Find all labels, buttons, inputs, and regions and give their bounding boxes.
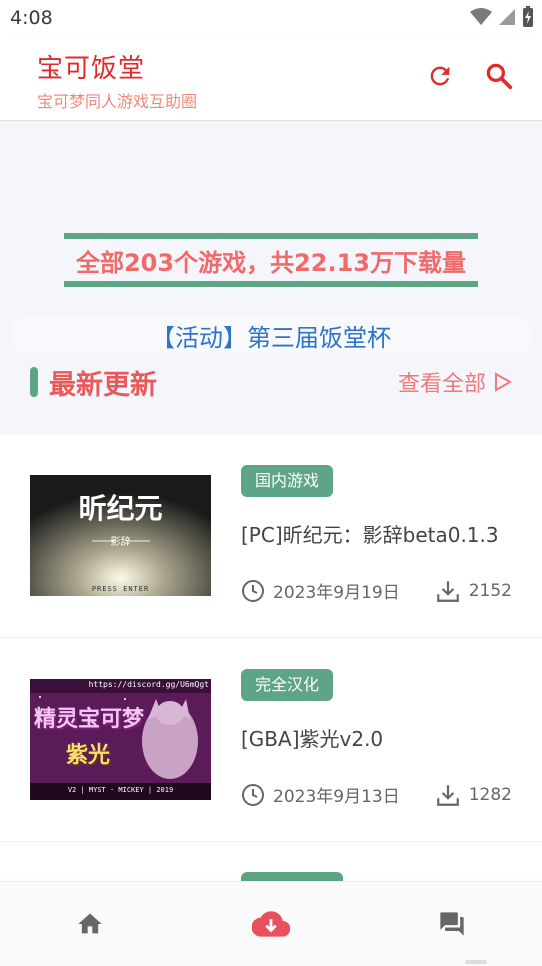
play-arrow-icon bbox=[495, 372, 512, 392]
wifi-icon bbox=[470, 8, 492, 25]
game-downloads: 1282 bbox=[435, 782, 512, 808]
nav-home-button[interactable] bbox=[70, 904, 110, 944]
home-icon bbox=[78, 913, 102, 934]
status-time: 4:08 bbox=[10, 7, 53, 29]
stats-banner: 全部203个游戏，共22.13万下载量 bbox=[64, 233, 478, 287]
nav-download-button[interactable] bbox=[251, 904, 291, 944]
cloud-download-icon bbox=[252, 911, 290, 937]
app-title: 宝可饭堂 bbox=[37, 54, 146, 84]
app-bar: 宝可饭堂 宝可梦同人游戏互助圈 bbox=[0, 36, 542, 121]
app-subtitle: 宝可梦同人游戏互助圈 bbox=[37, 92, 198, 111]
refresh-button[interactable] bbox=[424, 60, 456, 92]
forum-icon bbox=[440, 912, 464, 936]
banner: 全部203个游戏，共22.13万下载量 【活动】第三届饭堂杯 最新更新 查看全部 bbox=[0, 121, 542, 434]
signal-icon bbox=[499, 9, 515, 25]
game-downloads-count: 1282 bbox=[468, 785, 512, 805]
game-name: [GBA]紫光v2.0 bbox=[241, 727, 384, 751]
game-thumbnail: 昕纪元 影辞 PRESS ENTER bbox=[30, 475, 211, 596]
nav-forum-button[interactable] bbox=[432, 904, 472, 944]
see-all-link[interactable]: 查看全部 bbox=[398, 366, 512, 398]
thumb-footer: V2 | MYST · MICKEY | 2019 bbox=[67, 786, 174, 794]
thumb-title: 昕纪元 bbox=[78, 492, 163, 525]
thumb-url: https://discord.gg/U6mQgt bbox=[88, 680, 209, 689]
game-list: 昕纪元 影辞 PRESS ENTER 国内游戏 [PC]昕纪元：影辞beta0.… bbox=[0, 434, 542, 842]
section-title: 最新更新 bbox=[49, 370, 157, 401]
game-date-text: 2023年9月19日 bbox=[273, 583, 400, 603]
search-icon bbox=[486, 63, 513, 90]
activity-link[interactable]: 【活动】第三届饭堂杯 bbox=[12, 317, 530, 353]
status-icons bbox=[470, 6, 534, 28]
search-button[interactable] bbox=[483, 60, 515, 92]
clock-icon bbox=[242, 783, 264, 806]
game-thumbnail: https://discord.gg/U6mQgt 精灵宝可梦 紫光 V2 | … bbox=[30, 679, 211, 800]
gesture-handle bbox=[465, 960, 487, 964]
thumb-subtitle: 紫光 bbox=[66, 743, 111, 768]
thumb-caption: PRESS ENTER bbox=[91, 585, 150, 593]
thumb-logo: 精灵宝可梦 bbox=[34, 707, 145, 732]
game-date: 2023年9月19日 bbox=[241, 578, 400, 603]
download-icon bbox=[436, 785, 459, 806]
clock-icon bbox=[242, 579, 264, 602]
see-all-label: 查看全部 bbox=[397, 372, 486, 397]
game-list-item[interactable]: 昕纪元 影辞 PRESS ENTER 国内游戏 [PC]昕纪元：影辞beta0.… bbox=[0, 434, 542, 638]
status-bar: 4:08 bbox=[0, 0, 542, 36]
download-icon bbox=[436, 581, 459, 602]
game-tag: 完全汉化 bbox=[241, 669, 334, 701]
game-date-text: 2023年9月13日 bbox=[273, 787, 400, 807]
thumb-subtitle: 影辞 bbox=[110, 537, 131, 548]
bottom-nav bbox=[0, 881, 542, 966]
battery-icon bbox=[523, 6, 533, 27]
game-date: 2023年9月13日 bbox=[241, 782, 400, 807]
game-downloads: 2152 bbox=[435, 578, 512, 604]
refresh-icon bbox=[430, 66, 450, 86]
section-accent-bar bbox=[30, 367, 38, 397]
game-list-item[interactable]: https://discord.gg/U6mQgt 精灵宝可梦 紫光 V2 | … bbox=[0, 638, 542, 842]
game-downloads-count: 2152 bbox=[468, 581, 512, 601]
game-tag: 国内游戏 bbox=[241, 465, 334, 497]
game-name: [PC]昕纪元：影辞beta0.1.3 bbox=[241, 523, 499, 547]
